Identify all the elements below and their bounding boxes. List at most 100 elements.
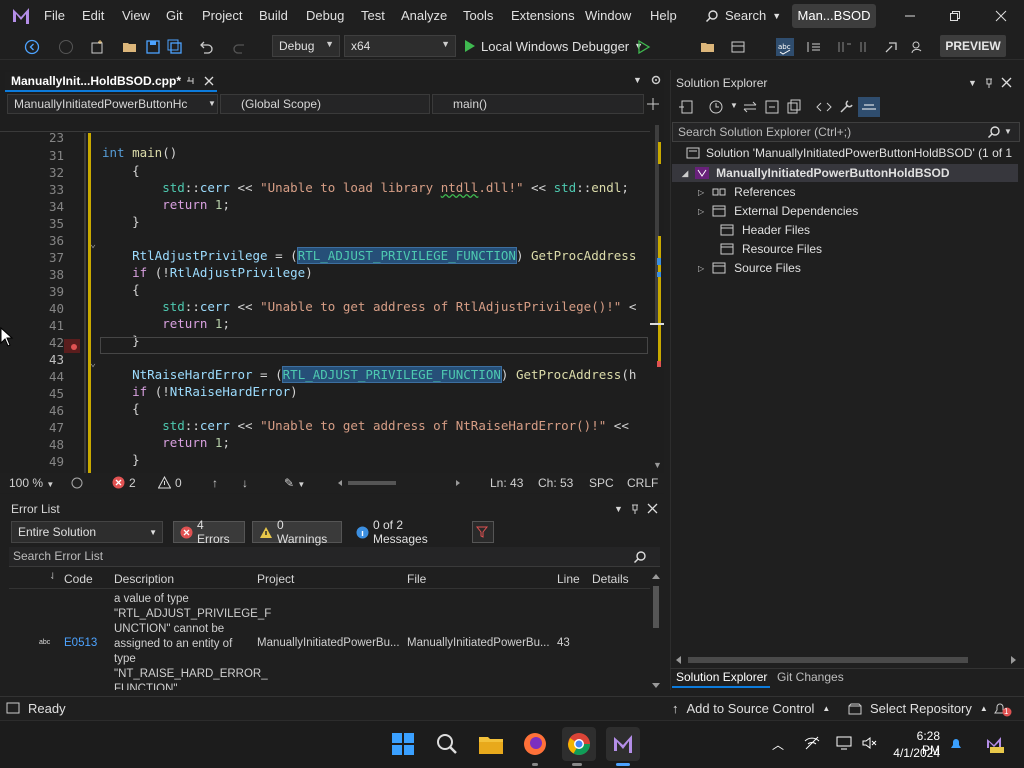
tree-item-references[interactable]: ▷ References [698,185,796,199]
menu-extensions[interactable]: Extensions [511,8,575,23]
network-icon[interactable] [804,736,820,750]
feedback-icon[interactable] [910,39,926,55]
collapse-icon[interactable]: ⌄ [90,358,96,369]
tab-solution-explorer[interactable]: Solution Explorer [676,670,767,684]
code-editor[interactable]: 23 int main() 31 { 32 std::cerr << "Unab… [0,115,650,473]
table-row[interactable]: abc E0513 a value of type "RTL_ADJUST_PR… [9,591,650,690]
save-icon[interactable] [145,39,161,55]
volume-muted-icon[interactable] [862,736,878,750]
pin-icon[interactable] [630,503,640,515]
warning-count[interactable]: 0 [158,476,182,490]
editor-vertical-scrollbar[interactable]: ▼ [650,115,664,473]
restore-button[interactable] [947,8,963,24]
show-all-files-icon[interactable] [786,99,802,115]
search-icon[interactable] [633,550,647,564]
output-icon[interactable] [6,702,20,714]
close-panel-icon[interactable] [1001,77,1012,88]
nav-project-dropdown[interactable]: ManuallyInitiatedPowerButtonHc [7,94,218,114]
tab-overflow-icon[interactable]: ▼ [633,75,642,85]
layout-icon[interactable] [730,39,746,55]
switch-views-icon[interactable] [678,99,694,115]
arrow-down-icon[interactable]: ↓ [242,476,248,490]
chevron-up-icon[interactable]: ︿ [772,736,784,753]
start-debugging-button[interactable]: Local Windows Debugger ▼ [464,37,643,55]
visual-studio-icon[interactable] [606,727,640,761]
horizontal-scrollbar[interactable] [336,479,464,487]
display-icon[interactable] [836,736,852,750]
menu-tools[interactable]: Tools [463,8,493,23]
history-icon[interactable] [708,99,724,115]
firefox-icon[interactable] [518,727,552,761]
forward-icon[interactable] [58,39,74,55]
error-list-search[interactable]: Search Error List [9,547,660,567]
new-project-icon[interactable] [90,39,106,55]
gear-icon[interactable] [650,74,662,86]
error-code[interactable]: E0513 [64,637,97,649]
scroll-down-icon[interactable]: ▼ [653,460,662,470]
code-cleanup-icon[interactable]: ✎ ▼ [284,476,305,490]
platform-dropdown[interactable]: x64 ▼ [344,35,456,57]
collapse-icon[interactable]: ⌄ [90,239,96,250]
view-code-icon[interactable] [816,99,832,115]
back-icon[interactable] [24,39,40,55]
tree-item-resource-files[interactable]: Resource Files [720,242,822,256]
column-header-file[interactable]: File [407,572,426,586]
error-count[interactable]: 2 [112,476,136,490]
whitespace-indicator[interactable]: SPC [589,476,614,490]
error-list-scrollbar[interactable] [650,572,662,690]
messages-filter-button[interactable]: 0 of 2 Messages [349,518,465,546]
menu-project[interactable]: Project [202,8,242,23]
notification-bell-icon[interactable] [992,701,1012,717]
se-horizontal-scrollbar[interactable] [674,655,1018,665]
nav-scope-dropdown[interactable]: (Global Scope) [220,94,430,114]
taskbar-search-icon[interactable] [430,727,464,761]
menu-debug[interactable]: Debug [306,8,344,23]
nav-member-dropdown[interactable]: main() [432,94,644,114]
tab-git-changes[interactable]: Git Changes [777,670,844,684]
spell-check-icon[interactable]: abc [776,38,794,56]
column-header-project[interactable]: Project [257,572,294,586]
menu-edit[interactable]: Edit [82,8,104,23]
start-without-debugging-icon[interactable] [636,39,652,55]
zoom-dropdown[interactable]: 100 % ▼ [9,476,54,490]
open-folder-icon[interactable] [122,39,138,55]
start-button[interactable] [386,727,420,761]
vs-preview-tray-icon[interactable] [984,734,1004,754]
select-repository-button[interactable]: Select Repository ▲ [848,701,988,716]
global-search[interactable]: Search ▼ [705,8,781,23]
preview-button[interactable]: PREVIEW [940,35,1006,57]
chrome-icon[interactable] [562,727,596,761]
live-share-icon[interactable] [884,39,900,55]
close-window-button[interactable] [993,8,1009,24]
search-icon[interactable] [987,125,1001,139]
menu-git[interactable]: Git [166,8,183,23]
column-header-description[interactable]: Description [114,572,174,586]
menu-view[interactable]: View [122,8,150,23]
scope-dropdown[interactable]: Entire Solution ▼ [11,521,163,543]
menu-analyze[interactable]: Analyze [401,8,447,23]
menu-test[interactable]: Test [361,8,385,23]
uncomment-icon[interactable] [858,39,874,55]
preview-selected-icon[interactable] [858,97,880,117]
config-dropdown[interactable]: Debug ▼ [272,35,340,57]
errors-filter-button[interactable]: 4 Errors [173,518,245,546]
close-panel-icon[interactable] [647,503,658,514]
column-header-code[interactable]: Code [64,572,93,586]
sort-icon[interactable]: ⇃ [49,571,57,582]
line-indicator[interactable]: Ln: 43 [490,476,523,490]
column-header-details[interactable]: Details [592,572,629,586]
panel-menu-icon[interactable]: ▼ [614,504,623,514]
column-indicator[interactable]: Ch: 53 [538,476,573,490]
tree-solution[interactable]: Solution 'ManuallyInitiatedPowerButtonHo… [686,146,1012,160]
tree-item-source-files[interactable]: ▷ Source Files [698,261,801,275]
warnings-filter-button[interactable]: 0 Warnings [252,518,342,546]
build-filter-button[interactable] [472,521,494,543]
clock-date[interactable]: 4/1/2024 [890,746,940,760]
close-tab-icon[interactable] [203,75,215,87]
menu-help[interactable]: Help [650,8,677,23]
tree-project[interactable]: ◢ ManuallyInitiatedPowerButtonHoldBSOD [682,166,950,180]
file-explorer-icon[interactable] [474,727,508,761]
sync-icon[interactable] [742,99,758,115]
properties-icon[interactable] [838,99,854,115]
folder-view-icon[interactable] [700,39,716,55]
